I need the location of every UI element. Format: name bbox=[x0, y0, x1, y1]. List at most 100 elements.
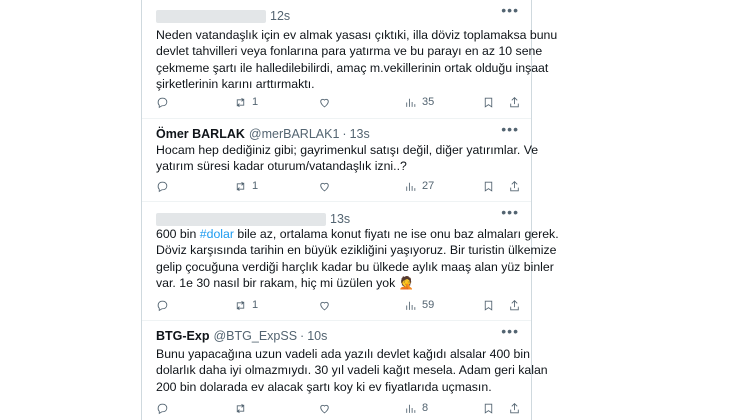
author-handle[interactable]: @merBARLAK1 bbox=[249, 127, 340, 141]
views-button[interactable]: 27 bbox=[404, 180, 434, 193]
like-icon bbox=[320, 182, 329, 191]
separator-dot: · bbox=[342, 127, 347, 141]
retweet-icon bbox=[236, 300, 245, 310]
author-name[interactable]: BTG-Exp bbox=[156, 329, 209, 343]
tweet-actions: 1 35 bbox=[156, 94, 521, 110]
reply-icon bbox=[157, 403, 168, 414]
share-icon bbox=[510, 180, 519, 191]
hashtag-link[interactable]: #dolar bbox=[200, 227, 234, 241]
retweet-count: 1 bbox=[252, 180, 259, 192]
tweet-text-segment: 600 bin bbox=[156, 227, 200, 241]
bookmark-button[interactable] bbox=[482, 402, 495, 415]
views-button[interactable]: 8 bbox=[404, 402, 428, 415]
share-button[interactable] bbox=[508, 299, 521, 312]
tweet-time[interactable]: 13s bbox=[330, 212, 350, 226]
tweet-text: Neden vatandaşlık için ev almak yasası ç… bbox=[156, 27, 558, 93]
reply-button[interactable] bbox=[156, 96, 174, 109]
reply-icon bbox=[157, 300, 168, 311]
reply-icon bbox=[157, 181, 168, 192]
author-name[interactable]: Ömer BARLAK bbox=[156, 127, 245, 141]
retweet-button[interactable]: 1 bbox=[234, 299, 258, 312]
tweet-text-line: Döviz karşısında tarihin en büyük ezikli… bbox=[156, 243, 557, 258]
tweet-text-line: gelip çocuğuna verdiği harçlık kadar bu … bbox=[156, 259, 554, 274]
tweet-actions: 1 59 bbox=[156, 297, 521, 313]
tweet-text-line: dolarlık daha iyi olmazmıydı. 30 yıl vad… bbox=[156, 363, 548, 378]
reply-button[interactable] bbox=[156, 180, 174, 193]
views-count: 59 bbox=[422, 299, 435, 311]
tweet[interactable]: 12s ••• Neden vatandaşlık için ev almak … bbox=[142, 0, 558, 119]
share-button[interactable] bbox=[508, 402, 521, 415]
tweet-text: 600 bin #dolar bile az, ortalama konut f… bbox=[156, 226, 559, 292]
tweet-header: BTG-Exp @BTG_ExpSS · 10s bbox=[156, 327, 327, 345]
bookmark-button[interactable] bbox=[482, 96, 495, 109]
redacted-username bbox=[156, 212, 326, 226]
tweet-text-line: Neden vatandaşlık için ev almak yasası ç… bbox=[156, 28, 558, 42]
retweet-icon bbox=[236, 97, 245, 107]
tweet-text-line: şirketlerinin karını arttırmaktı. bbox=[156, 77, 315, 92]
tweet-text: Hocam hep dediğiniz gibi; gayrimenkul sa… bbox=[156, 142, 539, 175]
retweet-icon bbox=[236, 403, 245, 413]
retweet-button[interactable]: 1 bbox=[234, 96, 258, 109]
author-handle[interactable]: @BTG_ExpSS bbox=[213, 329, 297, 343]
share-icon bbox=[510, 96, 519, 107]
more-options-icon[interactable]: ••• bbox=[501, 204, 519, 220]
tweet-text-line: çekmeme şartı ile halledilebilirdi, amaç… bbox=[156, 60, 549, 75]
tweet-text-line: var. 1e 30 nasıl bir rakam, hiç mi üzüle… bbox=[156, 275, 516, 291]
tweet-text-segment: bile az, ortalama konut fiyatı ne ise on… bbox=[233, 227, 559, 241]
more-options-icon[interactable]: ••• bbox=[501, 121, 519, 137]
views-button[interactable]: 35 bbox=[404, 96, 434, 109]
redacted-username bbox=[156, 9, 266, 23]
retweet-icon bbox=[236, 181, 245, 191]
views-button[interactable]: 59 bbox=[404, 299, 434, 312]
more-options-icon[interactable]: ••• bbox=[501, 323, 519, 339]
reply-button[interactable] bbox=[156, 299, 174, 312]
views-icon bbox=[406, 98, 416, 107]
tweet-time[interactable]: 12s bbox=[270, 9, 290, 23]
separator-dot: · bbox=[300, 329, 305, 343]
views-icon bbox=[406, 182, 416, 191]
bookmark-button[interactable] bbox=[482, 299, 495, 312]
like-icon bbox=[320, 404, 329, 413]
like-button[interactable] bbox=[318, 299, 336, 312]
tweet[interactable]: BTG-Exp @BTG_ExpSS · 10s ••• Bunu yapaca… bbox=[142, 321, 548, 420]
like-button[interactable] bbox=[318, 96, 336, 109]
tweet-text-line: Hocam hep dediğiniz gibi; gayrimenkul sa… bbox=[156, 143, 539, 157]
tweet-text: Bunu yapacağına uzun vadeli ada yazılı d… bbox=[156, 346, 548, 395]
bookmark-icon bbox=[484, 300, 493, 311]
views-count: 27 bbox=[422, 180, 435, 192]
tweet-text-line: 600 bin #dolar bile az, ortalama konut f… bbox=[156, 226, 559, 242]
tweet-actions: 1 27 bbox=[156, 178, 521, 194]
facepalm-emoji: 🤦 bbox=[398, 276, 414, 291]
tweet-text-line: devlet tahvilleri veya fonlarına para ya… bbox=[156, 44, 543, 59]
reply-button[interactable] bbox=[156, 402, 174, 415]
like-button[interactable] bbox=[318, 402, 336, 415]
retweet-button[interactable] bbox=[234, 402, 252, 415]
tweet-time[interactable]: 13s bbox=[350, 127, 370, 141]
views-icon bbox=[406, 301, 416, 310]
like-icon bbox=[320, 98, 329, 107]
share-icon bbox=[510, 402, 519, 413]
tweet-header: Ömer BARLAK @merBARLAK1 · 13s bbox=[156, 125, 370, 143]
tweet-actions: 8 bbox=[156, 400, 521, 416]
retweet-count: 1 bbox=[252, 96, 259, 108]
bookmark-button[interactable] bbox=[482, 180, 495, 193]
like-button[interactable] bbox=[318, 180, 336, 193]
views-count: 8 bbox=[422, 402, 429, 414]
share-button[interactable] bbox=[508, 180, 521, 193]
tweet-text-line: 200 bin dolarada ev alacak şartı koy ki … bbox=[156, 379, 492, 394]
like-icon bbox=[320, 301, 329, 310]
retweet-count: 1 bbox=[252, 299, 259, 311]
retweet-button[interactable]: 1 bbox=[234, 180, 258, 193]
views-icon bbox=[406, 404, 416, 413]
tweet-header: 12s bbox=[156, 7, 290, 25]
share-icon bbox=[510, 299, 519, 310]
tweet-time[interactable]: 10s bbox=[307, 329, 327, 343]
bookmark-icon bbox=[484, 181, 493, 192]
more-options-icon[interactable]: ••• bbox=[501, 2, 519, 18]
bookmark-icon bbox=[484, 403, 493, 414]
tweet[interactable]: 13s ••• 600 bin #dolar bile az, ortalama… bbox=[142, 202, 559, 321]
share-button[interactable] bbox=[508, 96, 521, 109]
tweet-text-line: Bunu yapacağına uzun vadeli ada yazılı d… bbox=[156, 347, 530, 361]
tweet[interactable]: Ömer BARLAK @merBARLAK1 · 13s ••• Hocam … bbox=[142, 119, 539, 202]
tweet-text-segment: var. 1e 30 nasıl bir rakam, hiç mi üzüle… bbox=[156, 276, 399, 291]
